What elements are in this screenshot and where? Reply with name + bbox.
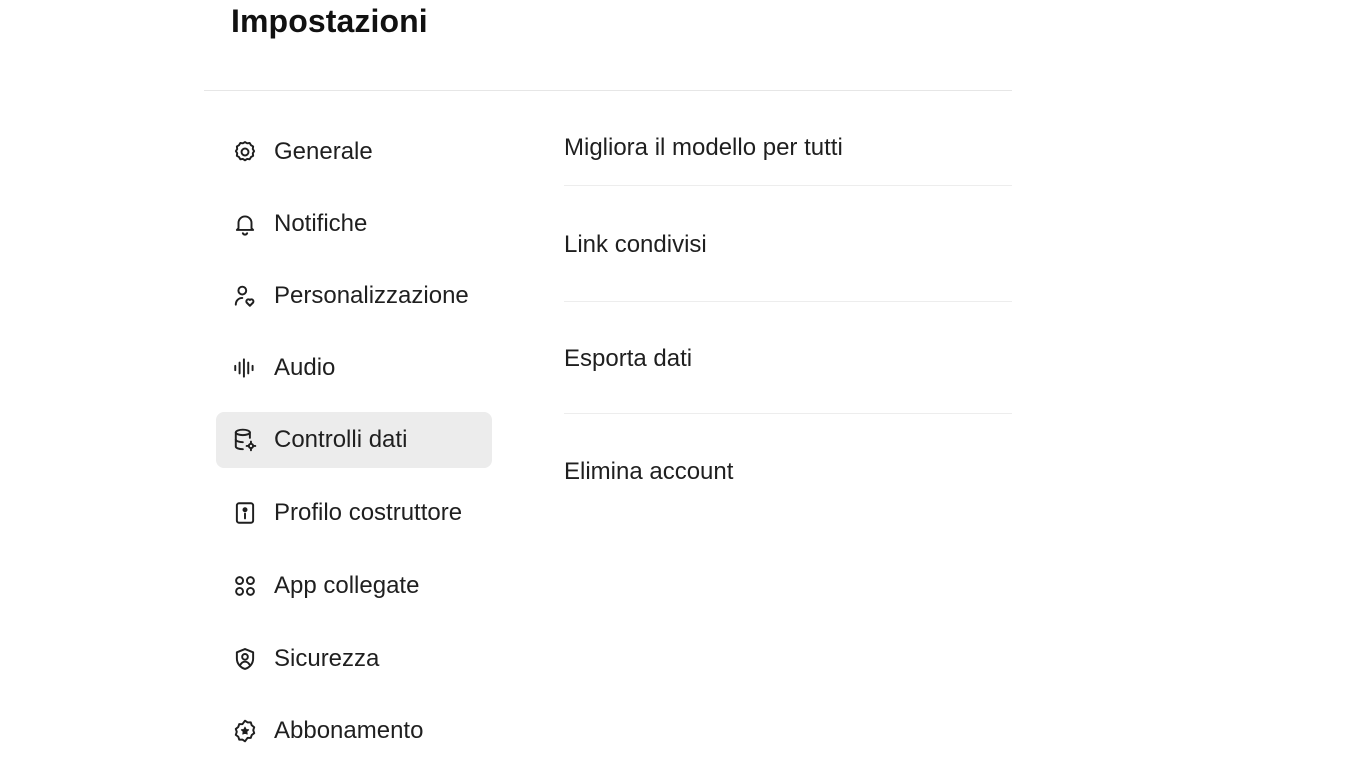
sidebar-item-label: Controlli dati — [274, 426, 408, 453]
shield-user-icon — [232, 646, 258, 672]
user-heart-icon — [232, 283, 258, 309]
sidebar-item-audio[interactable]: Audio — [216, 340, 492, 396]
sidebar-item-label: Sicurezza — [274, 645, 380, 672]
sidebar-item-label: Profilo costruttore — [274, 499, 463, 526]
audio-wave-icon — [232, 355, 258, 381]
sidebar-item-label: App collegate — [274, 572, 420, 599]
id-card-icon — [232, 500, 258, 526]
sidebar-item-abbonamento[interactable]: Abbonamento — [216, 703, 492, 759]
header-divider — [204, 90, 1012, 91]
badge-icon — [232, 718, 258, 744]
delete-account-setting[interactable]: Elimina account — [564, 458, 733, 486]
sidebar-item-generale[interactable]: Generale — [216, 124, 492, 180]
improve-model-setting[interactable]: Migliora il modello per tutti — [564, 134, 843, 162]
gear-icon — [232, 139, 258, 165]
row-divider — [564, 413, 1012, 414]
sidebar-item-notifiche[interactable]: Notifiche — [216, 196, 492, 252]
sidebar-item-label: Notifiche — [274, 210, 368, 237]
apps-grid-icon — [232, 573, 258, 599]
settings-page: Impostazioni Generale Notifiche Personal… — [0, 0, 1366, 768]
row-divider — [564, 185, 1012, 186]
sidebar-item-profilo-costruttore[interactable]: Profilo costruttore — [216, 485, 492, 541]
sidebar-item-label: Abbonamento — [274, 717, 424, 744]
sidebar-item-label: Audio — [274, 354, 336, 381]
page-title: Impostazioni — [231, 3, 428, 39]
export-data-setting[interactable]: Esporta dati — [564, 345, 692, 373]
row-divider — [564, 301, 1012, 302]
sidebar-item-personalizzazione[interactable]: Personalizzazione — [216, 268, 492, 324]
bell-icon — [232, 211, 258, 237]
database-gear-icon — [232, 427, 258, 453]
sidebar-item-label: Generale — [274, 138, 373, 165]
sidebar-item-controlli-dati[interactable]: Controlli dati — [216, 412, 492, 468]
sidebar-item-app-collegate[interactable]: App collegate — [216, 558, 492, 614]
sidebar-item-label: Personalizzazione — [274, 282, 469, 309]
sidebar-item-sicurezza[interactable]: Sicurezza — [216, 631, 492, 687]
shared-links-setting[interactable]: Link condivisi — [564, 231, 707, 259]
